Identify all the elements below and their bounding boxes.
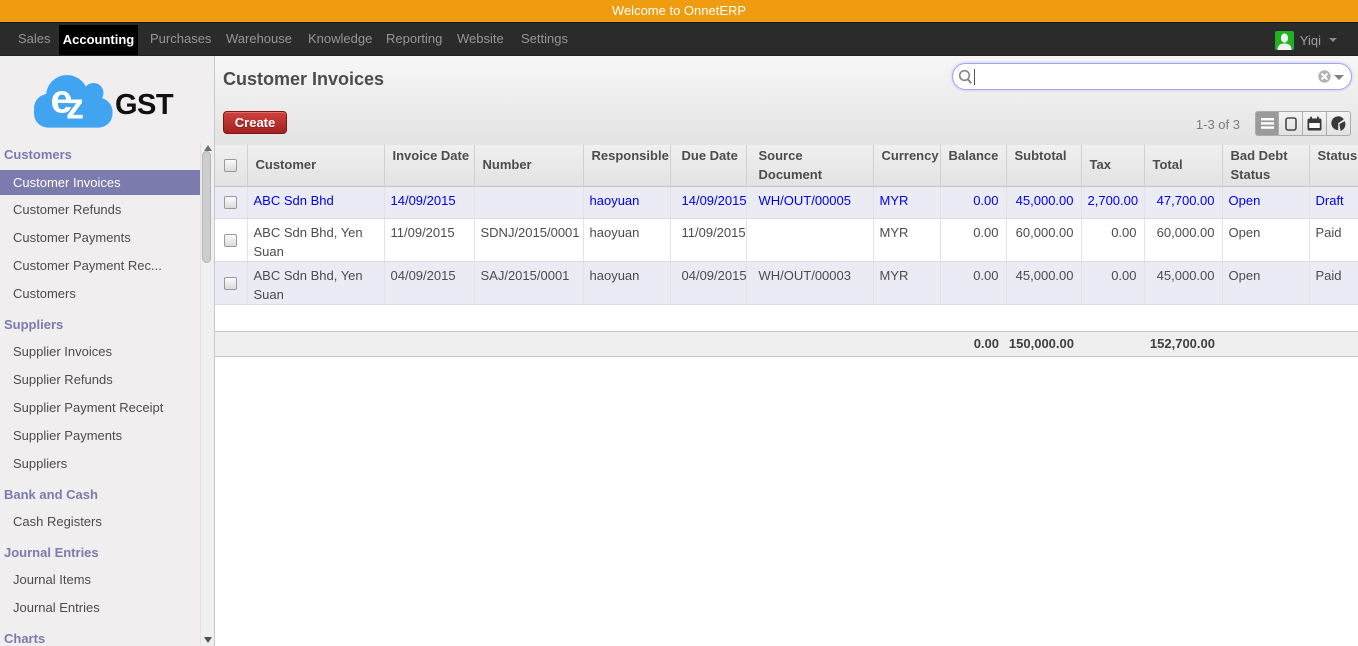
svg-text:z: z <box>66 86 84 127</box>
svg-text:GST: GST <box>115 89 174 121</box>
